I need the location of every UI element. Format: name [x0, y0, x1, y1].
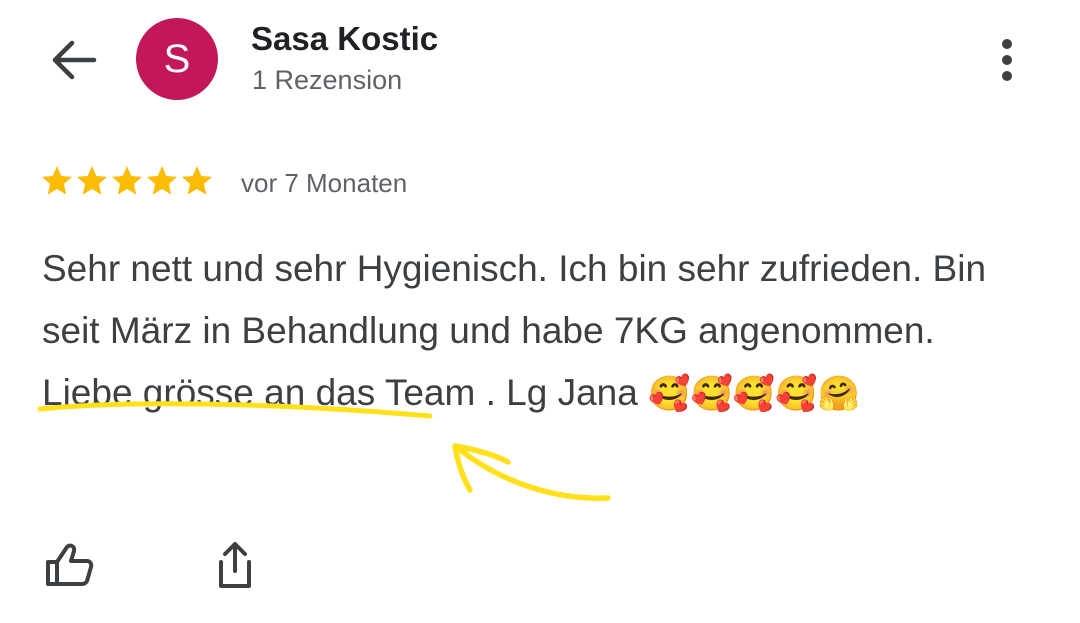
highlight-arrow-shaft [452, 443, 611, 501]
star-icon [147, 166, 177, 195]
avatar-letter: S [163, 36, 191, 81]
star-icon [112, 166, 142, 195]
review-text: Sehr nett und sehr Hygienisch. Ich bin s… [42, 238, 1032, 425]
arrow-left-icon [52, 40, 97, 80]
share-icon [219, 542, 251, 588]
reviewer-name[interactable]: Sasa Kostic [251, 20, 438, 58]
more-options-button[interactable] [990, 36, 1024, 86]
like-button[interactable] [40, 540, 98, 590]
share-button[interactable] [210, 538, 260, 592]
thumbs-up-icon [46, 543, 94, 586]
star-icon [182, 166, 212, 195]
review-text-end: Liebe grösse an das Team . Lg Jana [42, 372, 649, 413]
star-rating [40, 164, 214, 198]
star-icon [77, 166, 107, 195]
review-emojis: 🥰🥰🥰🥰🤗 [648, 374, 860, 414]
more-vert-icon [1002, 39, 1012, 81]
review-time: vor 7 Monaten [241, 168, 408, 198]
review-text-highlight: 7KG angenommen. [613, 310, 935, 351]
star-icon [42, 166, 72, 195]
back-button[interactable] [46, 36, 102, 84]
highlight-arrow-head [452, 443, 511, 493]
avatar[interactable]: S [136, 18, 218, 100]
review-count: 1 Rezension [252, 65, 403, 95]
